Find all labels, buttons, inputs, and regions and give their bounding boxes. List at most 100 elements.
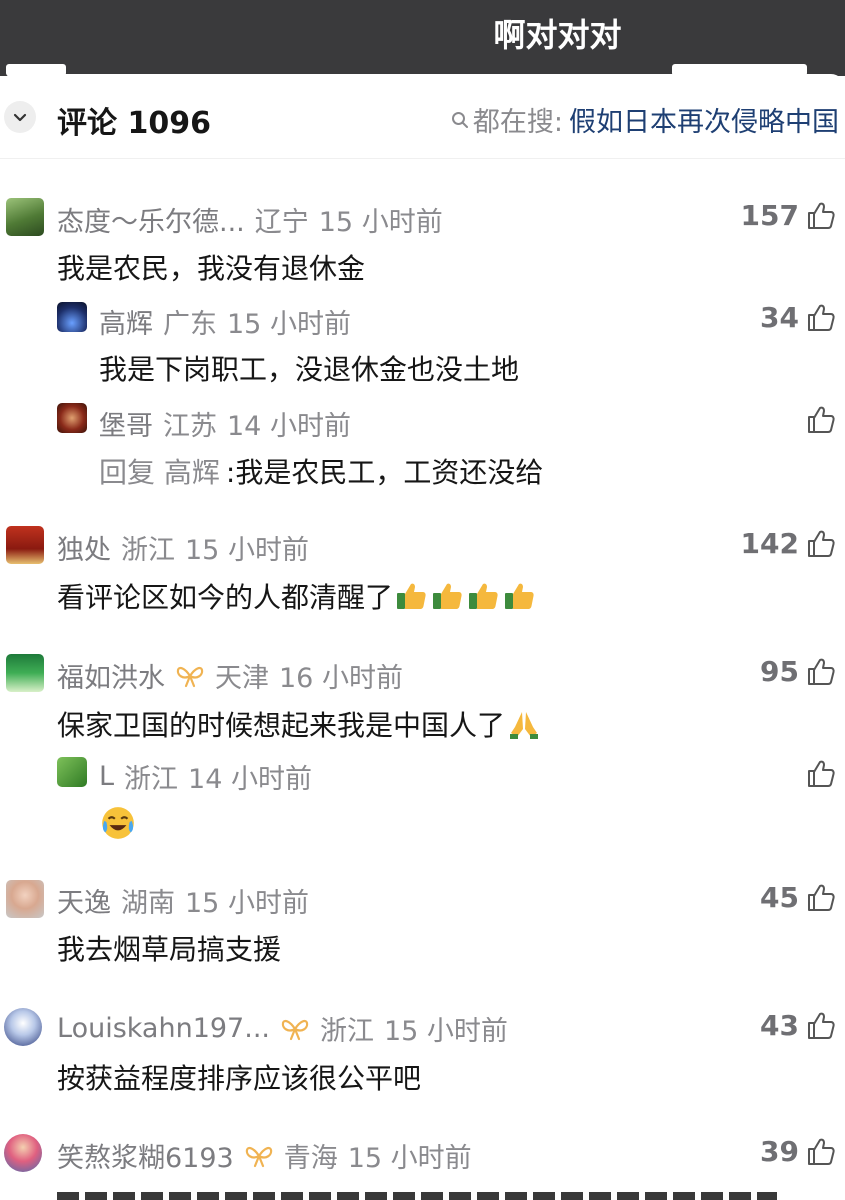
timestamp: 16 小时前 bbox=[279, 663, 403, 694]
like-button[interactable]: 142 bbox=[741, 527, 837, 560]
reply-meta: 堡哥 江苏 14 小时前 bbox=[99, 404, 351, 443]
timestamp: 15 小时前 bbox=[318, 207, 443, 238]
username[interactable]: 福如洪水 bbox=[57, 656, 165, 695]
thumbs-up-emoji bbox=[397, 583, 426, 609]
like-count: 39 bbox=[760, 1135, 799, 1168]
comment-text: 我是农民，我没有退休金 bbox=[57, 252, 366, 285]
thumbs-up-outline-icon bbox=[808, 1138, 835, 1165]
timestamp: 15 小时前 bbox=[347, 1143, 472, 1174]
like-count: 45 bbox=[760, 881, 799, 914]
thumbs-up-outline-icon bbox=[808, 760, 835, 787]
like-count: 95 bbox=[760, 655, 799, 688]
search-query-link[interactable]: 假如日本再次侵略中国 bbox=[569, 100, 839, 139]
avatar[interactable] bbox=[57, 403, 87, 433]
username[interactable]: 态度～乐尔德... bbox=[57, 200, 245, 239]
region: 广东 bbox=[163, 309, 217, 340]
thumbs-up-emoji bbox=[433, 583, 462, 609]
comment-content: 保家卫国的时候想起来我是中国人了 bbox=[57, 709, 506, 742]
comment-text: 保家卫国的时候想起来我是中国人了 bbox=[57, 704, 541, 744]
reply-text: 回复 高辉 :我是农民工，工资还没给 bbox=[99, 451, 543, 491]
like-count: 142 bbox=[740, 527, 799, 560]
thumbs-up-emoji bbox=[505, 583, 534, 609]
chevron-down-icon bbox=[13, 113, 27, 122]
comment-meta: 天逸 湖南 15 小时前 bbox=[57, 881, 309, 920]
reply-to-mention[interactable]: 回复 高辉 bbox=[99, 451, 220, 491]
comments-header: 评论 1096 都在搜: 假如日本再次侵略中国 bbox=[0, 74, 845, 159]
like-button[interactable]: 157 bbox=[741, 199, 837, 232]
username[interactable]: 笑熬浆糊6193 bbox=[57, 1136, 234, 1175]
like-button[interactable]: 45 bbox=[760, 881, 837, 914]
search-suggestion[interactable]: 都在搜: 假如日本再次侵略中国 bbox=[451, 100, 839, 139]
bow-badge-icon bbox=[176, 666, 204, 687]
comments-count-title: 评论 1096 bbox=[57, 106, 211, 141]
username[interactable]: 独处 bbox=[57, 528, 111, 567]
region: 浙江 bbox=[121, 535, 175, 566]
reply-content: :我是农民工，工资还没给 bbox=[225, 456, 544, 489]
search-prefix: 都在搜: bbox=[472, 107, 563, 138]
username[interactable]: L bbox=[99, 761, 114, 792]
comment-meta: 独处 浙江 15 小时前 bbox=[57, 528, 309, 567]
thumbs-up-outline-icon bbox=[808, 884, 835, 911]
comment-meta: 福如洪水 天津 16 小时前 bbox=[57, 656, 403, 695]
timestamp: 14 小时前 bbox=[227, 411, 351, 442]
thumbs-up-emoji bbox=[469, 583, 498, 609]
comment-content: 看评论区如今的人都清醒了 bbox=[57, 581, 394, 614]
region: 浙江 bbox=[124, 764, 179, 795]
comment-text: 看评论区如今的人都清醒了 bbox=[57, 576, 537, 616]
avatar[interactable] bbox=[6, 880, 44, 918]
like-count: 157 bbox=[740, 199, 799, 232]
region: 江苏 bbox=[163, 411, 217, 442]
avatar[interactable] bbox=[57, 757, 87, 787]
laughing-crying-emoji bbox=[102, 807, 134, 839]
like-button[interactable]: 34 bbox=[760, 301, 837, 334]
region: 天津 bbox=[215, 663, 269, 694]
like-button[interactable]: 39 bbox=[760, 1135, 837, 1168]
region: 湖南 bbox=[121, 888, 175, 919]
username[interactable]: 堡哥 bbox=[99, 404, 153, 443]
timestamp: 15 小时前 bbox=[185, 535, 309, 566]
like-count: 34 bbox=[760, 301, 799, 334]
thumbs-up-outline-icon bbox=[808, 1012, 835, 1039]
bow-badge-icon bbox=[281, 1019, 309, 1040]
thumbs-up-outline-icon bbox=[808, 658, 835, 685]
top-bar: 啊对对对 bbox=[0, 0, 845, 76]
comment-meta: Louiskahn197... 浙江 15 小时前 bbox=[57, 1009, 508, 1048]
avatar[interactable] bbox=[6, 526, 44, 564]
collapse-button[interactable] bbox=[4, 101, 36, 133]
like-button[interactable]: 95 bbox=[760, 655, 837, 688]
reply-meta: L 浙江 14 小时前 bbox=[99, 757, 312, 796]
reply-text bbox=[99, 804, 137, 842]
cropped-comment-text bbox=[0, 1190, 845, 1200]
thumbs-up-outline-icon bbox=[808, 304, 835, 331]
like-count: 43 bbox=[760, 1009, 799, 1042]
timestamp: 15 小时前 bbox=[185, 888, 309, 919]
avatar[interactable] bbox=[6, 654, 44, 692]
folded-hands-emoji bbox=[510, 712, 539, 739]
thumbs-up-outline-icon bbox=[808, 202, 835, 229]
bow-badge-icon bbox=[245, 1146, 272, 1167]
region: 浙江 bbox=[319, 1016, 374, 1047]
reply-text: 我是下岗职工，没退休金也没土地 bbox=[99, 353, 520, 386]
region: 青海 bbox=[283, 1143, 338, 1174]
like-button[interactable] bbox=[805, 404, 837, 436]
comment-text: 我去烟草局搞支援 bbox=[57, 933, 282, 966]
region: 辽宁 bbox=[254, 207, 309, 238]
like-button[interactable] bbox=[805, 758, 837, 790]
thumbs-up-outline-icon bbox=[808, 406, 835, 433]
avatar[interactable] bbox=[4, 1134, 42, 1172]
timestamp: 15 小时前 bbox=[227, 309, 351, 340]
thumbs-up-outline-icon bbox=[808, 530, 835, 557]
username[interactable]: 天逸 bbox=[57, 881, 111, 920]
avatar[interactable] bbox=[57, 302, 87, 332]
avatar[interactable] bbox=[6, 198, 44, 236]
comment-meta: 态度～乐尔德... 辽宁 15 小时前 bbox=[57, 200, 443, 239]
timestamp: 15 小时前 bbox=[383, 1016, 508, 1047]
username[interactable]: 高辉 bbox=[99, 302, 153, 341]
search-icon bbox=[451, 111, 468, 128]
username[interactable]: Louiskahn197... bbox=[57, 1013, 270, 1044]
timestamp: 14 小时前 bbox=[188, 764, 312, 795]
reply-meta: 高辉 广东 15 小时前 bbox=[99, 302, 351, 341]
like-button[interactable]: 43 bbox=[760, 1009, 837, 1042]
video-title: 啊对对对 bbox=[493, 16, 622, 54]
avatar[interactable] bbox=[4, 1008, 42, 1046]
